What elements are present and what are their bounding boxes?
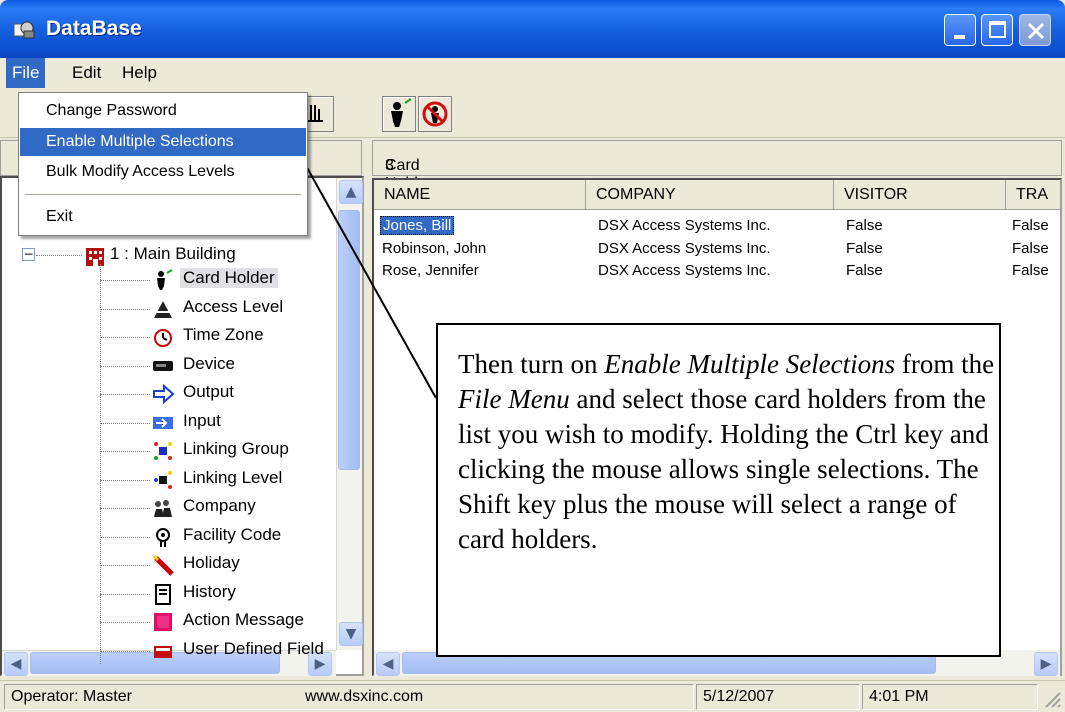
- status-operator: Operator: Master: [11, 688, 132, 705]
- resize-grip-icon[interactable]: [1042, 689, 1062, 709]
- status-website: www.dsxinc.com: [305, 688, 424, 705]
- status-panel-operator: Operator: Master www.dsxinc.com: [4, 684, 694, 710]
- status-bar: Operator: Master www.dsxinc.com 5/12/200…: [0, 680, 1065, 712]
- status-time: 4:01 PM: [862, 684, 1038, 710]
- status-date: 5/12/2007: [696, 684, 860, 710]
- menu-item-enable-multiple-selections[interactable]: Enable Multiple Selections: [20, 128, 306, 156]
- database-window: DataBase File Edit Help ▲ ▼ ◀ ▶ − 1: Ma…: [0, 0, 1065, 712]
- menu-item-change-password[interactable]: Change Password: [20, 97, 306, 125]
- menu-item-bulk-modify-access-levels[interactable]: Bulk Modify Access Levels: [20, 158, 306, 186]
- file-menu-dropdown: Change Password Enable Multiple Selectio…: [18, 92, 308, 236]
- menu-separator: [25, 194, 301, 195]
- menu-item-exit[interactable]: Exit: [20, 203, 306, 231]
